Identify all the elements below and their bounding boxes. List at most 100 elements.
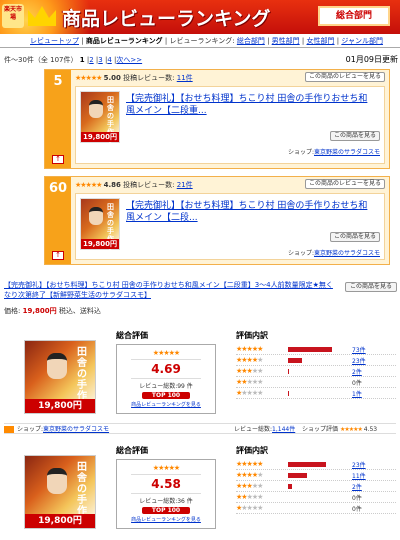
- rating-row-2: ★★★★★ 0件: [236, 377, 396, 388]
- link-male-category[interactable]: 男性部門: [272, 37, 300, 45]
- rating-row-4: ★★★★★ 11件: [236, 470, 396, 481]
- top100-badge: TOP 100: [141, 392, 191, 399]
- rating-row-1: ★★★★★ 0件: [236, 503, 396, 514]
- rating-row-stars: ★★★★★: [236, 356, 263, 364]
- breadcrumb: レビュートップ | 商品レビューランキング | レビューランキング: 総合部門 …: [30, 37, 383, 45]
- rating-row-stars: ★★★★★: [236, 367, 263, 375]
- rakuten-logo: 楽天市場: [2, 4, 24, 28]
- rating-row-5: ★★★★★ 23件: [236, 459, 396, 470]
- updated-date: 01月09日更新: [345, 55, 398, 64]
- rating-row-4: ★★★★★ 23件: [236, 355, 396, 366]
- shop-icon: [4, 426, 14, 433]
- rating-row-3: ★★★★★ 2件: [236, 366, 396, 377]
- shop-review-count-link[interactable]: 1,144件: [272, 426, 295, 433]
- overall-rating: 総合評価 ★★★★★ 4.58 レビュー総数:36 件 TOP 100 商品レビ…: [116, 445, 216, 529]
- rating-row-count[interactable]: 2件: [352, 482, 362, 491]
- top100-badge: TOP 100: [141, 507, 191, 514]
- rating-row-count[interactable]: 73件: [352, 345, 366, 354]
- rating-stars: ★★★★★: [152, 464, 180, 472]
- page-link-3[interactable]: 3: [98, 56, 102, 64]
- view-product-button[interactable]: この商品を見る: [345, 282, 397, 292]
- page-current: 1: [79, 56, 85, 64]
- rating-row-count: 0件: [352, 506, 362, 513]
- shop-link[interactable]: 東京野菜のサラダコスモ: [314, 149, 380, 156]
- rank-up-icon: ↑: [52, 155, 64, 164]
- rating-row-1: ★★★★★ 1件: [236, 388, 396, 399]
- product-title-link[interactable]: 【完売御礼】【おせち料理】ちこり村 田舎の手作りおせち和風メイン【二段...: [126, 200, 376, 224]
- rating-row-count: 0件: [352, 495, 362, 502]
- overall-rating: 総合評価 ★★★★★ 4.69 レビュー総数:99 件 TOP 100 商品レビ…: [116, 330, 216, 414]
- shop-link[interactable]: 東京野菜のサラダコスモ: [43, 426, 109, 433]
- rank-up-icon: ↑: [52, 251, 64, 260]
- rating-row-count[interactable]: 2件: [352, 367, 362, 376]
- rating-row-count: 0件: [352, 380, 362, 387]
- rating-row-stars: ★★★★★: [236, 345, 263, 353]
- rating-score: 4.69: [131, 359, 201, 379]
- ranking-card: 60 ↑ ★★★★★ 4.86 投稿レビュー数: 21件 この商品のレビューを見…: [44, 176, 390, 265]
- rating-row-stars: ★★★★★: [236, 389, 263, 397]
- product-title-link[interactable]: 【完売御礼】【おせち料理】ちこり村 田舎の手作りおせち和風メイン【二段重...: [126, 93, 376, 117]
- ranking-link[interactable]: 商品レビューランキングを見る: [117, 516, 215, 523]
- link-female-category[interactable]: 女性部門: [306, 37, 334, 45]
- see-reviews-button[interactable]: この商品のレビューを見る: [304, 72, 385, 82]
- rating-row-stars: ★★★★★: [236, 460, 263, 468]
- page-link-4[interactable]: 4: [107, 56, 111, 64]
- rating-row-bar: [288, 391, 289, 396]
- rating-row-bar: [288, 462, 327, 467]
- review-count-link[interactable]: 11件: [177, 74, 193, 82]
- product-thumbnail[interactable]: 田舎の手作り 19,800円: [80, 198, 120, 251]
- product-image[interactable]: 田舎の手作り 19,800円: [24, 455, 96, 529]
- rating-stars: ★★★★★: [75, 181, 102, 189]
- page-title: 商品レビューランキング: [62, 8, 271, 30]
- shop-link[interactable]: 東京野菜のサラダコスモ: [314, 250, 380, 257]
- link-all-category[interactable]: 総合部門: [237, 37, 265, 45]
- rating-stars: ★★★★★: [75, 74, 102, 82]
- rating-row-3: ★★★★★ 2件: [236, 481, 396, 492]
- rating-row-stars: ★★★★★: [236, 493, 263, 501]
- product-full-title-link[interactable]: 【完売御礼】【おせち料理】ちこり村 田舎の手作りおせち和風メイン【二段重】3～4…: [4, 280, 338, 300]
- rating-row-count[interactable]: 11件: [352, 471, 366, 480]
- rating-stars: ★★★★★: [152, 349, 180, 357]
- ranking-link[interactable]: 商品レビューランキングを見る: [117, 401, 215, 408]
- next-page-link[interactable]: 次へ>>: [116, 56, 142, 64]
- divider: [0, 47, 400, 48]
- product-thumbnail[interactable]: 田舎の手作り 19,800円: [80, 91, 120, 144]
- rating-row-count[interactable]: 23件: [352, 460, 366, 469]
- rating-score: 4.58: [131, 474, 201, 494]
- review-count-link[interactable]: 21件: [177, 181, 193, 189]
- rating-row-stars: ★★★★★: [236, 378, 263, 386]
- ranking-card: 5 ↑ ★★★★★ 5.00 投稿レビュー数: 11件 この商品のレビューを見る…: [44, 69, 390, 169]
- breadcrumb-current: 商品レビューランキング: [85, 37, 163, 45]
- shop-label: ショップ:東京野菜のサラダコスモ: [287, 149, 380, 156]
- breadcrumb-review-top[interactable]: レビュートップ: [30, 37, 79, 45]
- product-price: 価格: 19,800円 税込、送料込: [4, 307, 101, 315]
- rating-score: 5.00: [103, 74, 121, 82]
- view-product-button[interactable]: この商品を見る: [329, 131, 380, 141]
- rating-row-count[interactable]: 23件: [352, 356, 366, 365]
- rating-row-stars: ★★★★★: [236, 504, 263, 512]
- rank-badge: 5 ↑: [45, 70, 71, 168]
- rating-row-bar: [288, 347, 333, 352]
- view-product-button[interactable]: この商品を見る: [329, 232, 380, 242]
- rating-score: 4.86: [103, 181, 121, 189]
- shop-label: ショップ:東京野菜のサラダコスモ: [287, 250, 380, 257]
- rating-row-stars: ★★★★★: [236, 471, 263, 479]
- rating-breakdown: 評価内訳 ★★★★★ 73件 ★★★★★ 23件 ★★★★★ 2件 ★★★★★ 0件 ★★★★★…: [236, 330, 396, 399]
- product-image[interactable]: 田舎の手作り 19,800円: [24, 340, 96, 414]
- page-link-2[interactable]: 2: [89, 56, 93, 64]
- see-reviews-button[interactable]: この商品のレビューを見る: [304, 179, 385, 189]
- link-genre-category[interactable]: ジャンル部門: [341, 37, 383, 45]
- shop-info-bar: ショップ:東京野菜のサラダコスモ レビュー総数:1,144件 ショップ評価 ★★…: [4, 423, 396, 434]
- shop-rating-stars: ★★★★★: [339, 426, 363, 433]
- header-banner: 楽天市場 商品レビューランキング 総合部門: [0, 0, 400, 34]
- all-category-button[interactable]: 総合部門: [318, 6, 390, 26]
- rank-badge: 60 ↑: [45, 177, 71, 264]
- rating-row-2: ★★★★★ 0件: [236, 492, 396, 503]
- shop-rating-score: 4.53: [363, 426, 378, 433]
- rating-breakdown: 評価内訳 ★★★★★ 23件 ★★★★★ 11件 ★★★★★ 2件 ★★★★★ 0件 ★★★★★…: [236, 445, 396, 514]
- rating-row-count[interactable]: 1件: [352, 389, 362, 398]
- rating-row-bar: [288, 369, 290, 374]
- rating-row-stars: ★★★★★: [236, 482, 263, 490]
- rating-row-5: ★★★★★ 73件: [236, 344, 396, 355]
- rating-row-bar: [288, 473, 307, 478]
